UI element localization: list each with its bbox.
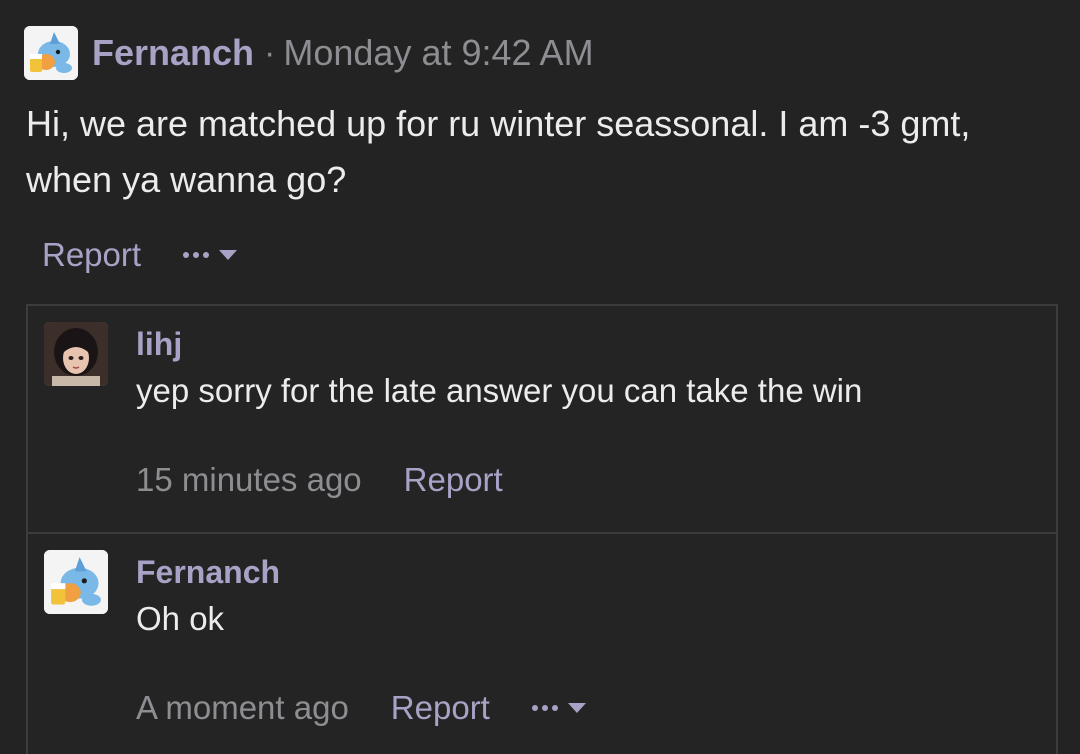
separator-dot: ·	[264, 33, 276, 72]
comment-list: lihj yep sorry for the late answer you c…	[26, 304, 1058, 754]
more-options-button[interactable]	[531, 703, 586, 713]
mudkip-avatar-icon	[24, 26, 78, 80]
more-options-button[interactable]	[183, 250, 238, 260]
mudkip-avatar-icon	[44, 550, 108, 614]
post-timestamp[interactable]: Monday at 9:42 AM	[283, 32, 593, 74]
comment-author[interactable]: Fernanch	[136, 554, 280, 591]
ellipsis-icon	[531, 705, 558, 711]
comment-timestamp[interactable]: 15 minutes ago	[136, 461, 362, 499]
avatar[interactable]	[44, 322, 108, 386]
comment-item: lihj yep sorry for the late answer you c…	[28, 306, 1056, 532]
avatar[interactable]	[24, 26, 78, 80]
report-button[interactable]: Report	[391, 689, 490, 727]
report-button[interactable]: Report	[404, 461, 503, 499]
comment-text: Oh ok	[136, 600, 225, 637]
ellipsis-icon	[183, 252, 210, 258]
caret-down-icon	[219, 250, 238, 260]
comment-text: yep sorry for the late answer you can ta…	[136, 372, 863, 409]
caret-down-icon	[567, 703, 586, 713]
profile-post: Fernanch · Monday at 9:42 AM Hi, we are …	[0, 0, 1080, 754]
anime-character-avatar-icon	[44, 322, 108, 386]
comment-author[interactable]: lihj	[136, 326, 182, 363]
comment-footer: 15 minutes ago Report	[136, 458, 503, 502]
report-button[interactable]: Report	[42, 236, 141, 274]
post-header: Fernanch · Monday at 9:42 AM	[24, 26, 594, 80]
post-actions: Report	[42, 232, 238, 278]
comment-timestamp[interactable]: A moment ago	[136, 689, 349, 727]
comment-footer: A moment ago Report	[136, 686, 586, 730]
comment-item: Fernanch Oh ok A moment ago Report	[28, 532, 1056, 754]
avatar[interactable]	[44, 550, 108, 614]
author-name[interactable]: Fernanch	[92, 32, 254, 74]
post-body: Hi, we are matched up for ru winter seas…	[26, 103, 971, 200]
